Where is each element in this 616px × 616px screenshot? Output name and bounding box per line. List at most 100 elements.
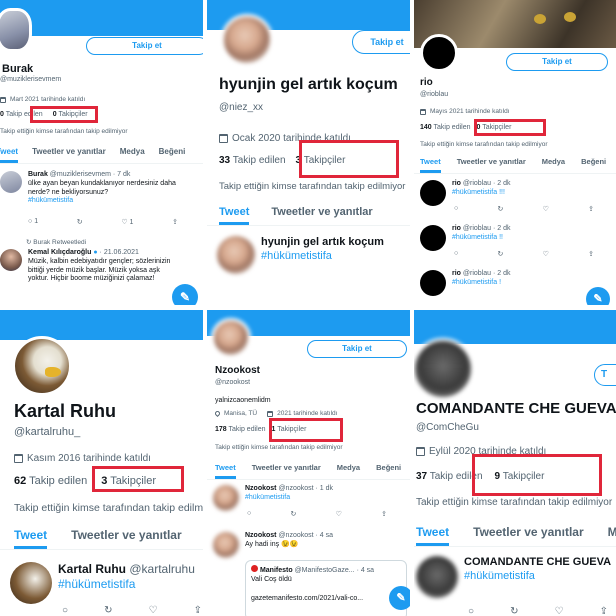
follow-button[interactable]: Takip et [307,340,407,358]
tweet-actions: ○ ↻ ♡ ⇪ [247,510,387,518]
retweet-icon[interactable]: ↻ [77,218,83,226]
tweet-item[interactable]: rio @rioblau · 2 dk #hükümetistifa ! [420,270,510,296]
tweet-hashtag[interactable]: #hükümetistifa [58,577,195,592]
reply-icon[interactable]: ○ [468,606,474,616]
tab-tweets[interactable]: Tweet [215,463,236,479]
tweet-item[interactable]: Burak @muziklerisevmem · 7 dk ülke ayan … [0,171,200,206]
tab-replies[interactable]: Tweetler ve yanıtlar [252,463,321,479]
reply-icon[interactable]: ○ [247,510,251,518]
joined-date: Mart 2021 tarihinde katıldı [0,96,85,103]
following-count[interactable]: 178 Takip edilen [215,426,265,433]
profile-avatar [0,8,32,52]
tab-media[interactable]: Medya [608,525,616,546]
tab-media[interactable]: Medya [542,157,565,173]
tab-replies[interactable]: Tweetler ve yanıtlar [71,528,182,549]
tab-likes[interactable]: Beğeni [376,463,401,479]
tweet-meta: @nzookost · 4 sa [278,532,334,539]
not-followed-note: Takip ettiğin kimse tarafından takip edi… [215,444,343,451]
tab-tweets[interactable]: Tweet [420,157,441,173]
tab-likes[interactable]: Beğeni [581,157,606,173]
share-icon[interactable]: ⇪ [381,510,387,518]
tab-media[interactable]: Medya [337,463,360,479]
following-count[interactable]: 62 Takip edilen [14,475,87,487]
retweet-icon[interactable]: ↻ [497,205,503,213]
tweet-item[interactable]: rio @rioblau · 2 dk #hükümetistifa !!! [420,180,510,206]
share-icon[interactable]: ⇪ [600,606,608,616]
tweet-hashtag[interactable]: #hükümetistifa [28,197,178,206]
tweet-item[interactable]: Nzookost @nzookost · 4 sa Ay hadi inş 😉😉 [213,532,333,558]
tweet-hashtag[interactable]: #hükümetistifa [464,570,611,584]
reply-icon[interactable]: ○ [454,205,458,213]
following-count[interactable]: 140 Takip edilen [420,124,470,131]
tweet-avatar [213,532,239,558]
compose-button[interactable]: ✎ [389,586,410,610]
tweet-hashtag[interactable]: #hükümetistifa !! [452,234,510,243]
follow-button[interactable]: Takip et [506,53,608,71]
tab-tweets[interactable]: Tweet [416,525,450,546]
retweet-icon[interactable]: ↻ [510,606,518,616]
reply-icon[interactable]: ○ [454,250,458,258]
tweet-item[interactable]: COMANDANTE CHE GUEVA #hükümetistifa [416,556,611,598]
tweet-hashtag[interactable]: #hükümetistifa !!! [452,189,510,198]
share-icon[interactable]: ⇪ [172,218,178,226]
calendar-icon [420,108,426,115]
share-icon[interactable]: ⇪ [194,605,202,616]
quote-link[interactable]: gazetemanifesto.com/2021/vali-co... [251,594,401,603]
tab-likes[interactable]: Beğeni [159,147,186,163]
quoted-tweet[interactable]: Manifesto @ManifestoGaze... · 4 sa Vali … [245,560,407,616]
tweet-hashtag[interactable]: #hükümetistifa ! [452,279,510,288]
follow-button[interactable]: Takip et [86,37,203,55]
tweet-item[interactable]: rio @rioblau · 2 dk #hükümetistifa !! [420,225,510,251]
compose-button[interactable]: ✎ [586,287,610,305]
tab-replies[interactable]: Tweetler ve yanıtlar [457,157,526,173]
profile-tabs: Tweet Tweetler ve yanıtlar [207,206,410,226]
reply-action[interactable]: ○ 1 [28,218,38,226]
like-icon[interactable]: ♡ [555,606,564,616]
joined-text: Mart 2021 tarihinde katıldı [10,96,86,103]
tab-tweets[interactable]: Tweet [219,206,250,225]
tab-replies[interactable]: Tweetler ve yanıtlar [473,525,584,546]
like-icon[interactable]: ♡ [543,205,549,213]
quote-handle: @ManifestoGaze... [294,567,355,574]
tweet-item[interactable]: Kartal Ruhu @kartalruhu #hükümetistifa [10,562,195,604]
cat-eye-left [534,14,546,24]
profile-tabs: Tweet Tweetler ve yanıtlar Medya Beğeni [207,463,410,480]
location-text: Manisa, TÜ [224,410,258,417]
profile-name: COMANDANTE CHE GUEVA [416,400,616,417]
share-icon[interactable]: ⇪ [588,205,594,213]
tab-replies[interactable]: Tweetler ve yanıtlar [32,147,106,163]
quote-text: Vali Coş öldü [251,576,292,584]
like-icon[interactable]: ♡ [149,605,158,616]
compose-button[interactable]: ✎ [172,284,198,305]
reply-icon[interactable]: ○ [62,605,68,616]
profile-panel-nzookost: Takip et Nzookost @nzookost yalnizcaonem… [207,310,410,616]
tab-tweets[interactable]: Tweet [0,147,19,163]
follow-button[interactable]: Takip et [352,30,410,54]
tweet-item[interactable]: Nzookost @nzookost · 1 dk #hükümetistifa [213,485,333,511]
like-action[interactable]: ♡ 1 [121,218,133,226]
profile-name: rio [420,77,433,88]
follow-button[interactable]: T [594,364,616,386]
like-icon[interactable]: ♡ [543,250,549,258]
tab-media[interactable]: Medya [120,147,145,163]
joined-date: Mayıs 2021 tarihinde katıldı [420,108,510,115]
following-count[interactable]: 33 Takip edilen [219,155,286,166]
retweet-icon[interactable]: ↻ [290,510,296,518]
tweet-item[interactable]: Kemal Kılıçdaroğlu ● · 21.06.2021 Müzik,… [0,249,200,284]
tab-tweets[interactable]: Tweet [14,528,48,549]
retweet-icon[interactable]: ↻ [104,605,112,616]
tab-replies[interactable]: Tweetler ve yanıtlar [271,206,372,225]
tweet-author: rio [452,180,461,187]
joined-date: Kasım 2016 tarihinde katıldı [14,453,151,464]
share-icon[interactable]: ⇪ [588,250,594,258]
profile-name: hyunjin gel artık koçum [219,76,398,93]
calendar-icon [14,454,23,463]
profile-name: Burak [2,63,34,75]
tweet-hashtag[interactable]: #hükümetistifa [261,250,384,264]
tweet-item[interactable]: hyunjin gel artık koçum #hükümetistifa [217,236,410,274]
tweet-hashtag[interactable]: #hükümetistifa [245,494,333,503]
calendar-icon [416,447,425,456]
like-icon[interactable]: ♡ [336,510,342,518]
tweet-actions: ○ ↻ ♡ ⇪ [468,606,608,616]
retweet-icon[interactable]: ↻ [497,250,503,258]
